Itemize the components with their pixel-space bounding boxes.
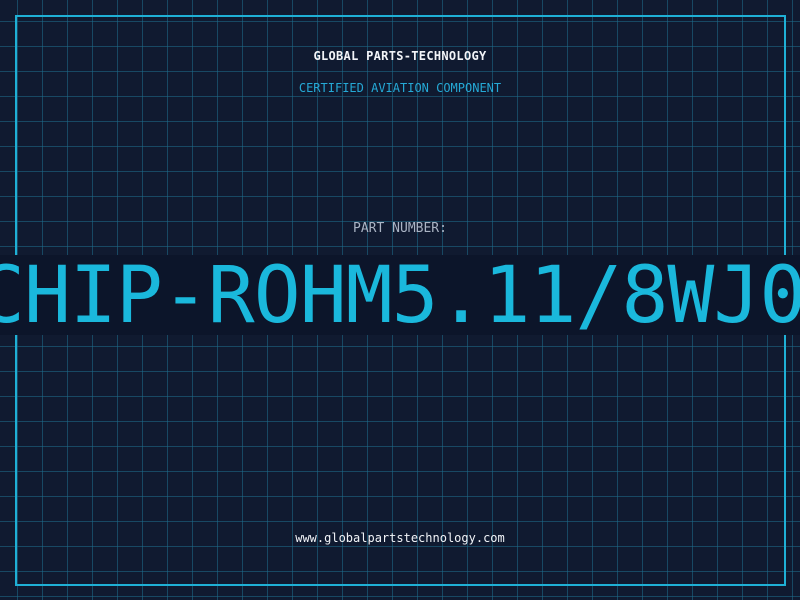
label-canvas: GLOBAL PARTS-TECHNOLOGY CERTIFIED AVIATI… [0, 0, 800, 600]
certification-subtitle: CERTIFIED AVIATION COMPONENT [298, 81, 502, 95]
part-number-band: CHIP-ROHM5.11/8WJ080 [0, 255, 800, 335]
part-number-value: CHIP-ROHM5.11/8WJ080 [0, 255, 800, 335]
part-number-label: PART NUMBER: [353, 221, 447, 236]
company-name: GLOBAL PARTS-TECHNOLOGY [313, 49, 487, 63]
website-url: www.globalpartstechnology.com [295, 531, 505, 545]
